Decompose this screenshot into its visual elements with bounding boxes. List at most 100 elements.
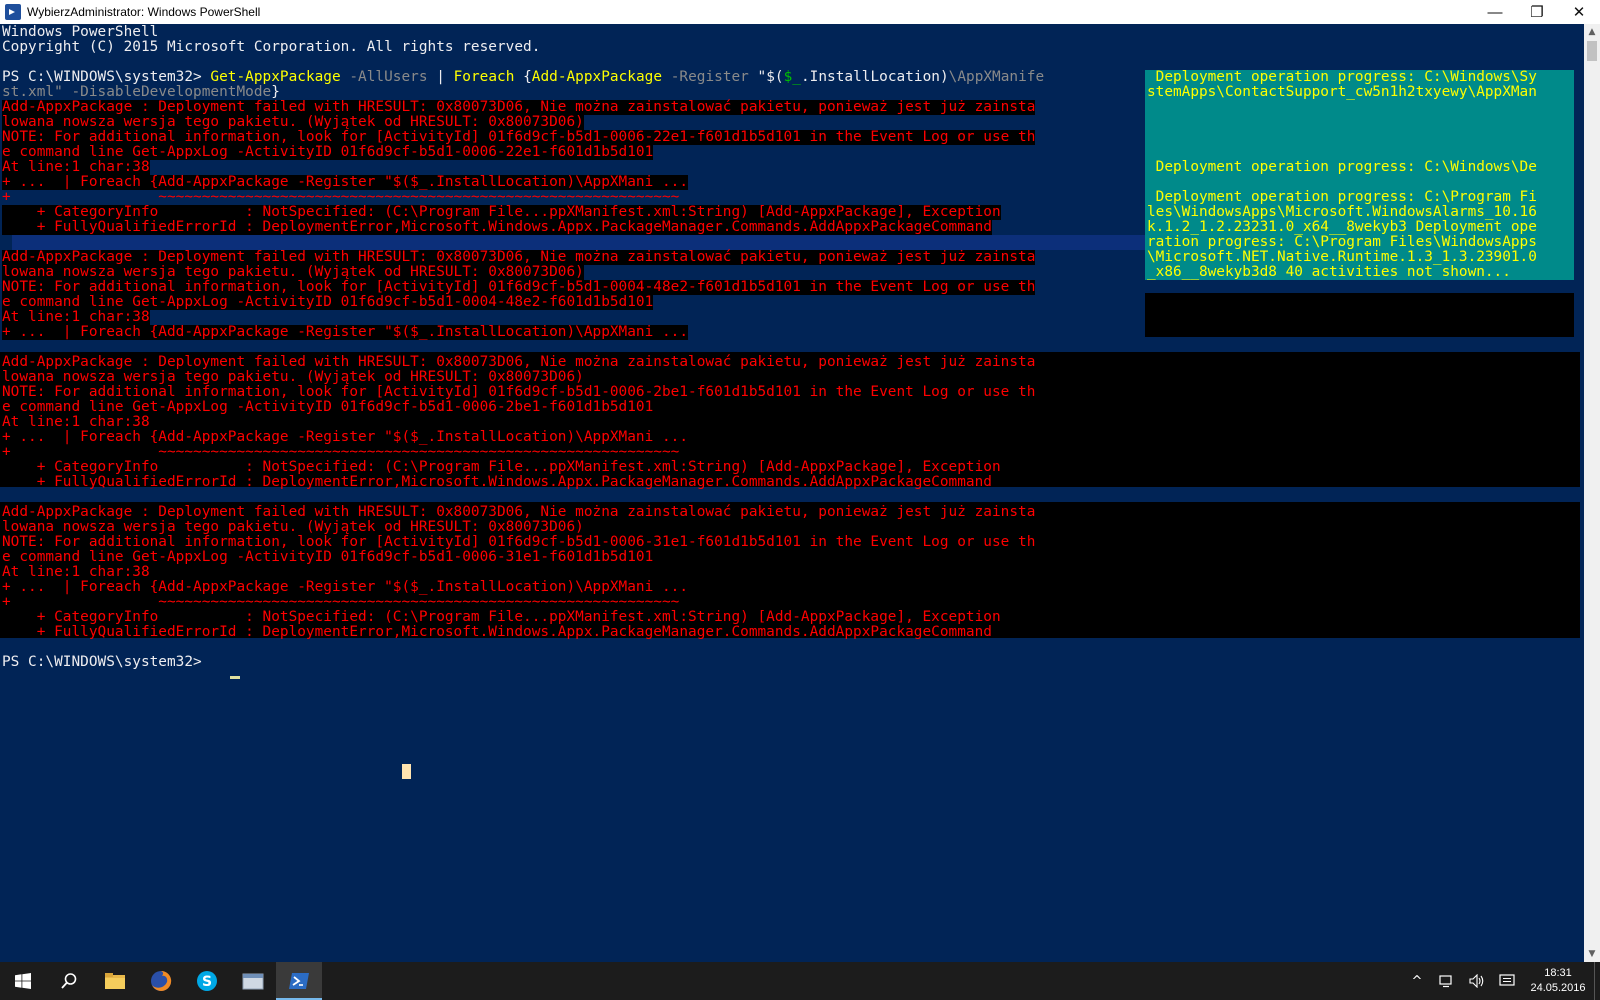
error-line: + ~~~~~~~~~~~~~~~~~~~~~~~~~~~~~~~~~~~~~~… [2, 189, 680, 205]
error-line: + ~~~~~~~~~~~~~~~~~~~~~~~~~~~~~~~~~~~~~~… [2, 444, 680, 460]
app-window-button[interactable] [230, 962, 276, 1000]
copyright-line: Copyright (C) 2015 Microsoft Corporation… [2, 39, 541, 55]
title-bar: WybierzAdministrator: Windows PowerShell… [0, 0, 1600, 24]
firefox-icon [151, 970, 172, 991]
window-title: WybierzAdministrator: Windows PowerShell [27, 5, 261, 19]
error-line: + ... | Foreach {Add-AppxPackage -Regist… [2, 579, 689, 595]
cmd-foreach: Foreach [453, 69, 515, 85]
error-line: NOTE: For additional information, look f… [2, 384, 1036, 400]
prompt: PS C:\WINDOWS\system32> [2, 69, 211, 85]
error-line: + FullyQualifiedErrorId : DeploymentErro… [2, 219, 992, 235]
error-line: NOTE: For additional information, look f… [2, 279, 1036, 295]
powershell-icon [5, 4, 21, 20]
error-line: At line:1 char:38 [2, 309, 150, 325]
text-cursor [230, 676, 240, 679]
clock-date: 24.05.2016 [1530, 982, 1586, 994]
clock-time: 18:31 [1544, 967, 1572, 979]
progress-line: ration progress: C:\Program Files\Window… [1147, 234, 1537, 250]
window-app-icon [242, 973, 264, 990]
final-prompt[interactable]: PS C:\WINDOWS\system32> [2, 655, 210, 670]
progress-line: _x86__8wekyb3d8 40 activities not shown.… [1147, 264, 1511, 280]
taskbar-clock[interactable]: 18:31 24.05.2016 [1522, 966, 1594, 996]
error-line: Add-AppxPackage : Deployment failed with… [2, 249, 1036, 265]
param-allusers: -AllUsers [340, 69, 428, 85]
progress-line: les\WindowsApps\Microsoft.WindowsAlarms_… [1147, 204, 1537, 220]
scroll-thumb[interactable] [1587, 41, 1597, 61]
error-line: + FullyQualifiedErrorId : DeploymentErro… [2, 624, 992, 640]
network-icon[interactable] [1432, 962, 1462, 1000]
error-line: Add-AppxPackage : Deployment failed with… [2, 99, 1036, 115]
volume-icon[interactable] [1462, 962, 1492, 1000]
restore-button[interactable]: ❐ [1516, 0, 1558, 24]
cmd-get-appxpackage: Get-AppxPackage [210, 69, 341, 85]
progress-line: Deployment operation progress: C:\Window… [1147, 69, 1537, 85]
show-desktop-button[interactable] [1594, 962, 1600, 1000]
selection-highlight [12, 235, 1145, 250]
error-line: + CategoryInfo : NotSpecified: (C:\Progr… [2, 609, 1001, 625]
minimize-button[interactable]: — [1474, 0, 1516, 24]
error-line: lowana nowsza wersja tego pakietu. (Wyją… [2, 519, 584, 535]
console-output[interactable]: Windows PowerShell Copyright (C) 2015 Mi… [0, 24, 1584, 962]
error-line: lowana nowsza wersja tego pakietu. (Wyją… [2, 264, 584, 280]
progress-line: \Microsoft.NET.Native.Runtime.1.3_1.3.23… [1147, 249, 1537, 265]
cmd-add-appxpackage: Add-AppxPackage [531, 69, 663, 85]
taskbar: S ^ 18:31 24.05.2016 [0, 962, 1600, 1000]
powershell-taskbar-button[interactable] [276, 962, 322, 1000]
error-line: lowana nowsza wersja tego pakietu. (Wyją… [2, 114, 584, 130]
error-line: + ... | Foreach {Add-AppxPackage -Regist… [2, 429, 689, 445]
progress-panel-shadow [1145, 293, 1574, 337]
progress-line: Deployment operation progress: C:\Progra… [1147, 189, 1537, 205]
pipe-operator: | [427, 69, 454, 85]
brace: } [271, 84, 280, 100]
progress-line: stemApps\ContactSupport_cw5n1h2txyewy\Ap… [1147, 84, 1537, 100]
folder-icon [105, 973, 125, 989]
windows-logo-icon [15, 973, 31, 989]
error-line: + ... | Foreach {Add-AppxPackage -Regist… [2, 174, 689, 190]
skype-icon: S [197, 971, 217, 991]
error-line: At line:1 char:38 [2, 414, 150, 430]
string-part: st.xml" [2, 84, 63, 100]
vertical-scrollbar[interactable]: ▲ ▼ [1584, 24, 1600, 962]
command-line: PS C:\WINDOWS\system32> Get-AppxPackage … [2, 70, 1044, 85]
error-line: + CategoryInfo : NotSpecified: (C:\Progr… [2, 459, 1001, 475]
search-button[interactable] [46, 962, 92, 1000]
system-tray: ^ 18:31 24.05.2016 [1402, 962, 1600, 1000]
string-part: "$( [748, 69, 784, 85]
error-line: At line:1 char:38 [2, 564, 150, 580]
error-line: e command line Get-AppxLog -ActivityID 0… [2, 399, 654, 415]
error-line: e command line Get-AppxLog -ActivityID 0… [2, 549, 654, 565]
brace: { [514, 69, 532, 85]
error-line: At line:1 char:38 [2, 159, 150, 175]
error-line: + FullyQualifiedErrorId : DeploymentErro… [2, 474, 992, 490]
action-center-icon[interactable] [1492, 962, 1522, 1000]
error-line: lowana nowsza wersja tego pakietu. (Wyją… [2, 369, 584, 385]
error-line: + ~~~~~~~~~~~~~~~~~~~~~~~~~~~~~~~~~~~~~~… [2, 594, 680, 610]
tray-chevron-icon[interactable]: ^ [1402, 962, 1432, 1000]
scroll-up-arrow-icon[interactable]: ▲ [1584, 24, 1600, 40]
error-line: e command line Get-AppxLog -ActivityID 0… [2, 144, 654, 160]
string-part: .InstallLocation) [801, 69, 949, 85]
skype-button[interactable]: S [184, 962, 230, 1000]
string-part: \AppXManife [948, 69, 1045, 85]
error-line: e command line Get-AppxLog -ActivityID 0… [2, 294, 654, 310]
scroll-down-arrow-icon[interactable]: ▼ [1584, 946, 1600, 962]
powershell-icon [289, 973, 309, 989]
file-explorer-button[interactable] [92, 962, 138, 1000]
error-line: + CategoryInfo : NotSpecified: (C:\Progr… [2, 204, 1001, 220]
start-button[interactable] [0, 962, 46, 1000]
header-line: Windows PowerShell [2, 24, 159, 40]
search-icon [61, 973, 77, 989]
param-disable-dev-mode: -DisableDevelopmentMode [62, 84, 272, 100]
mouse-text-caret [402, 764, 411, 779]
error-line: NOTE: For additional information, look f… [2, 534, 1036, 550]
command-line-cont: st.xml" -DisableDevelopmentMode} [2, 85, 280, 100]
error-line: NOTE: For additional information, look f… [2, 129, 1036, 145]
error-line: Add-AppxPackage : Deployment failed with… [2, 354, 1036, 370]
firefox-button[interactable] [138, 962, 184, 1000]
error-line: Add-AppxPackage : Deployment failed with… [2, 504, 1036, 520]
error-line: + ... | Foreach {Add-AppxPackage -Regist… [2, 324, 689, 340]
progress-line: Deployment operation progress: C:\Window… [1147, 159, 1537, 175]
close-button[interactable]: ✕ [1558, 0, 1600, 24]
pipeline-variable: $_ [783, 69, 801, 85]
param-register: -Register [662, 69, 749, 85]
